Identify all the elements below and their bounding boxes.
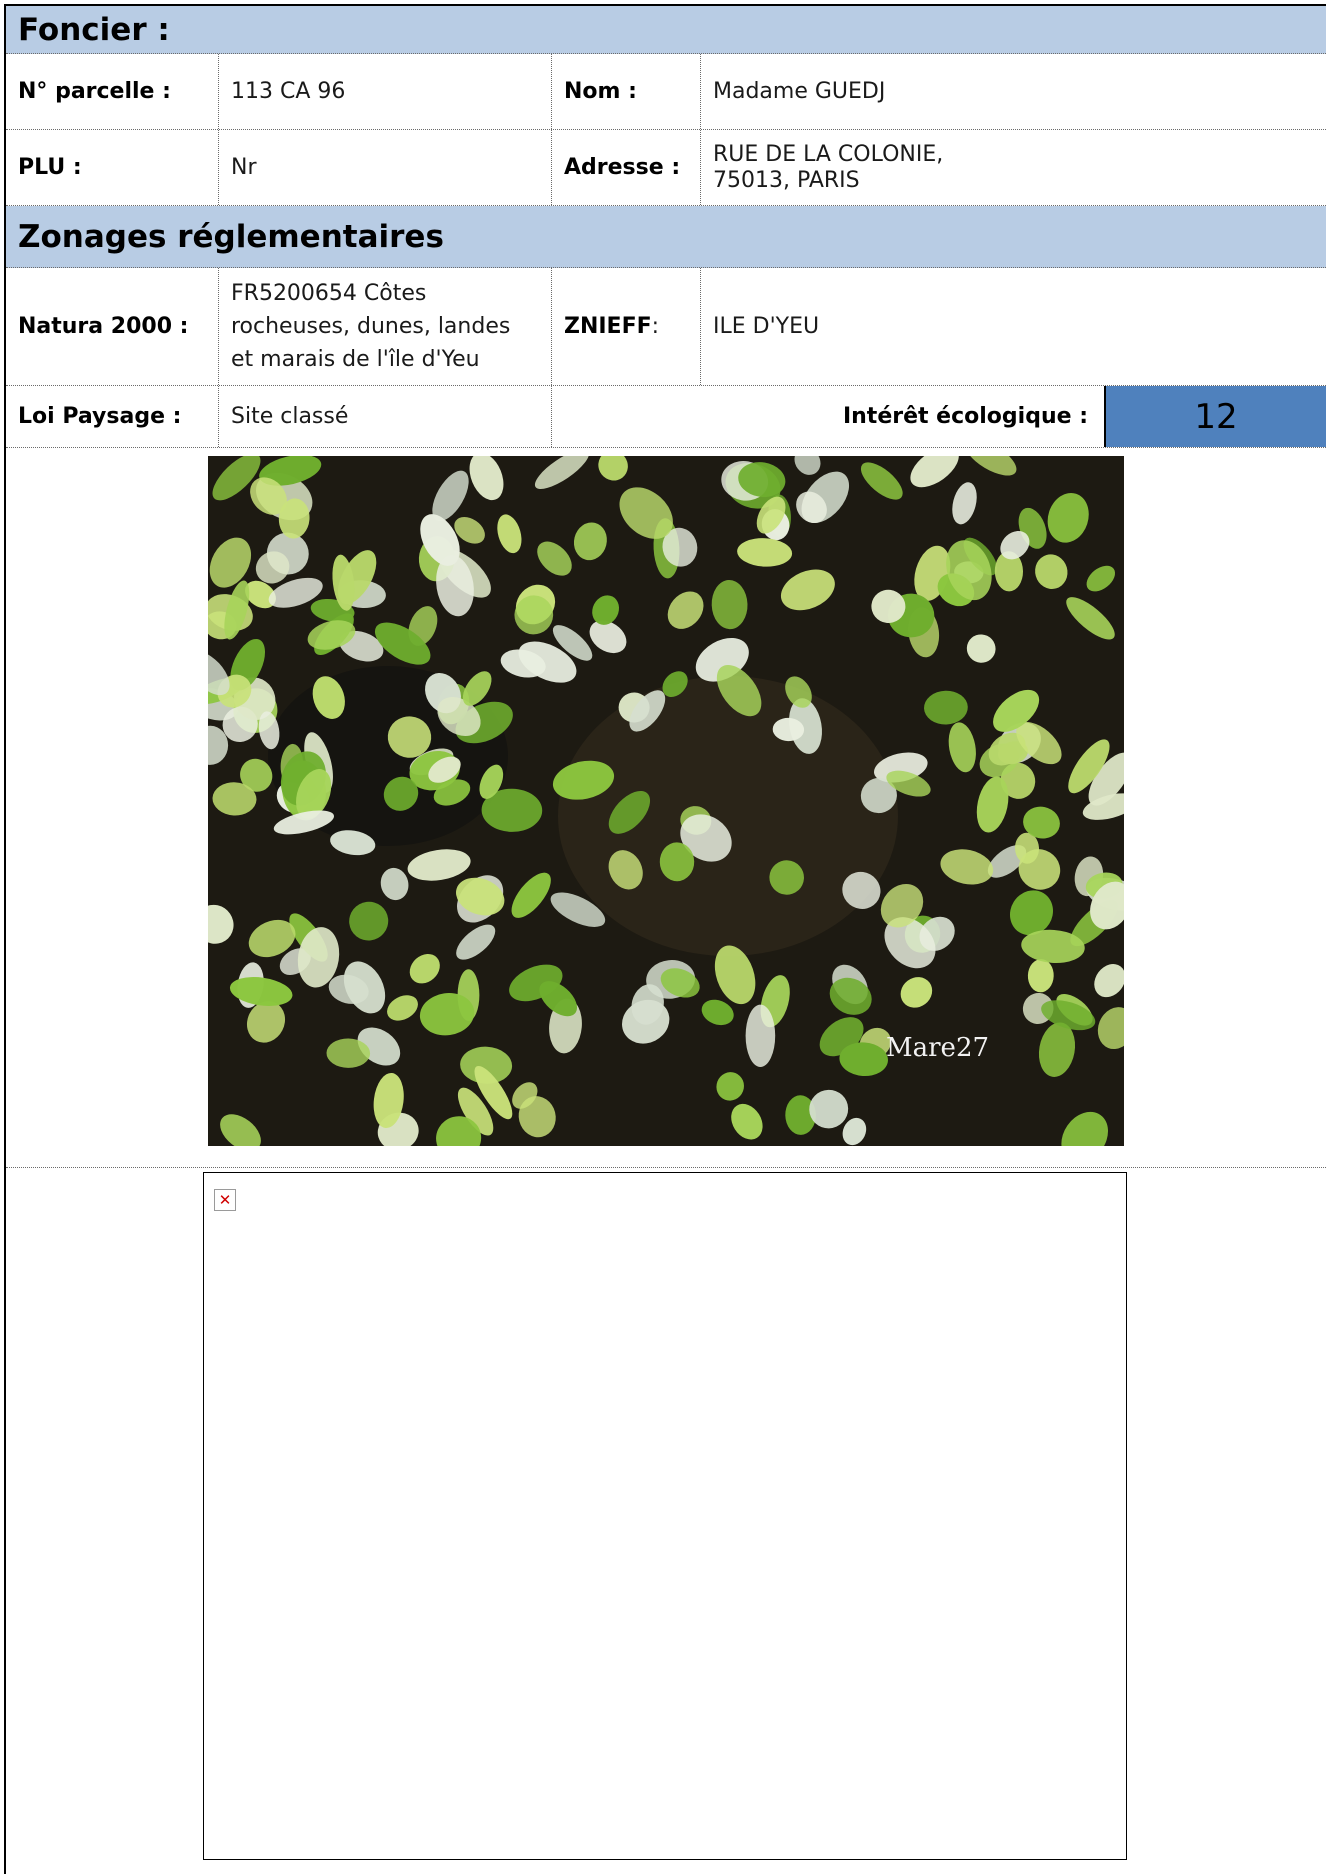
adresse-line-1: RUE DE LA COLONIE, xyxy=(713,141,944,167)
section-foncier-header: Foncier : xyxy=(6,6,1326,54)
znieff-value: ILE D'YEU xyxy=(713,313,820,339)
duckweed-photo: Mare27 xyxy=(208,456,1124,1146)
row-plu: PLU : Nr Adresse : RUE DE LA COLONIE, 75… xyxy=(6,130,1326,206)
nom-value: Madame GUEDJ xyxy=(713,78,886,104)
paysage-value: Site classé xyxy=(219,386,552,447)
section-zonages-header: Zonages réglementaires xyxy=(6,206,1326,268)
nom-label: Nom : xyxy=(552,54,701,129)
adresse-line-2: 75013, PARIS xyxy=(713,167,860,193)
plu-label: PLU : xyxy=(6,130,219,205)
parcelle-label: N° parcelle : xyxy=(6,54,219,129)
section-zonages-title: Zonages réglementaires xyxy=(18,218,444,255)
row-paysage: Loi Paysage : Site classé Intérêt écolog… xyxy=(6,386,1326,448)
paysage-label: Loi Paysage : xyxy=(6,386,219,447)
adresse-label: Adresse : xyxy=(552,130,701,205)
parcelle-value: 113 CA 96 xyxy=(219,54,552,129)
natura-value: FR5200654 Côtes rocheuses, dunes, landes… xyxy=(219,268,552,385)
broken-image-frame: ✕ xyxy=(203,1172,1127,1860)
interet-score-badge: 12 xyxy=(1104,386,1326,447)
natura-label: Natura 2000 : xyxy=(6,268,219,385)
section-foncier-title: Foncier : xyxy=(18,11,170,48)
photo-watermark: Mare27 xyxy=(886,1033,989,1063)
znieff-colon: : xyxy=(651,313,660,339)
duckweed-frond xyxy=(745,1004,776,1067)
znieff-label: ZNIEFF : xyxy=(552,268,701,385)
row-parcelle: N° parcelle : 113 CA 96 Nom : Madame GUE… xyxy=(6,54,1326,130)
interet-label: Intérêt écologique : xyxy=(842,403,1088,429)
broken-image-icon: ✕ xyxy=(214,1189,236,1211)
natura-line-3: et marais de l'île d'Yeu xyxy=(231,347,480,372)
znieff-label-text: ZNIEFF xyxy=(564,313,652,339)
plu-value: Nr xyxy=(219,130,552,205)
natura-line-1: FR5200654 Côtes xyxy=(231,281,427,306)
natura-line-2: rocheuses, dunes, landes xyxy=(231,314,511,339)
adresse-value: RUE DE LA COLONIE, 75013, PARIS xyxy=(701,130,1326,205)
row-natura: Natura 2000 : FR5200654 Côtes rocheuses,… xyxy=(6,268,1326,386)
